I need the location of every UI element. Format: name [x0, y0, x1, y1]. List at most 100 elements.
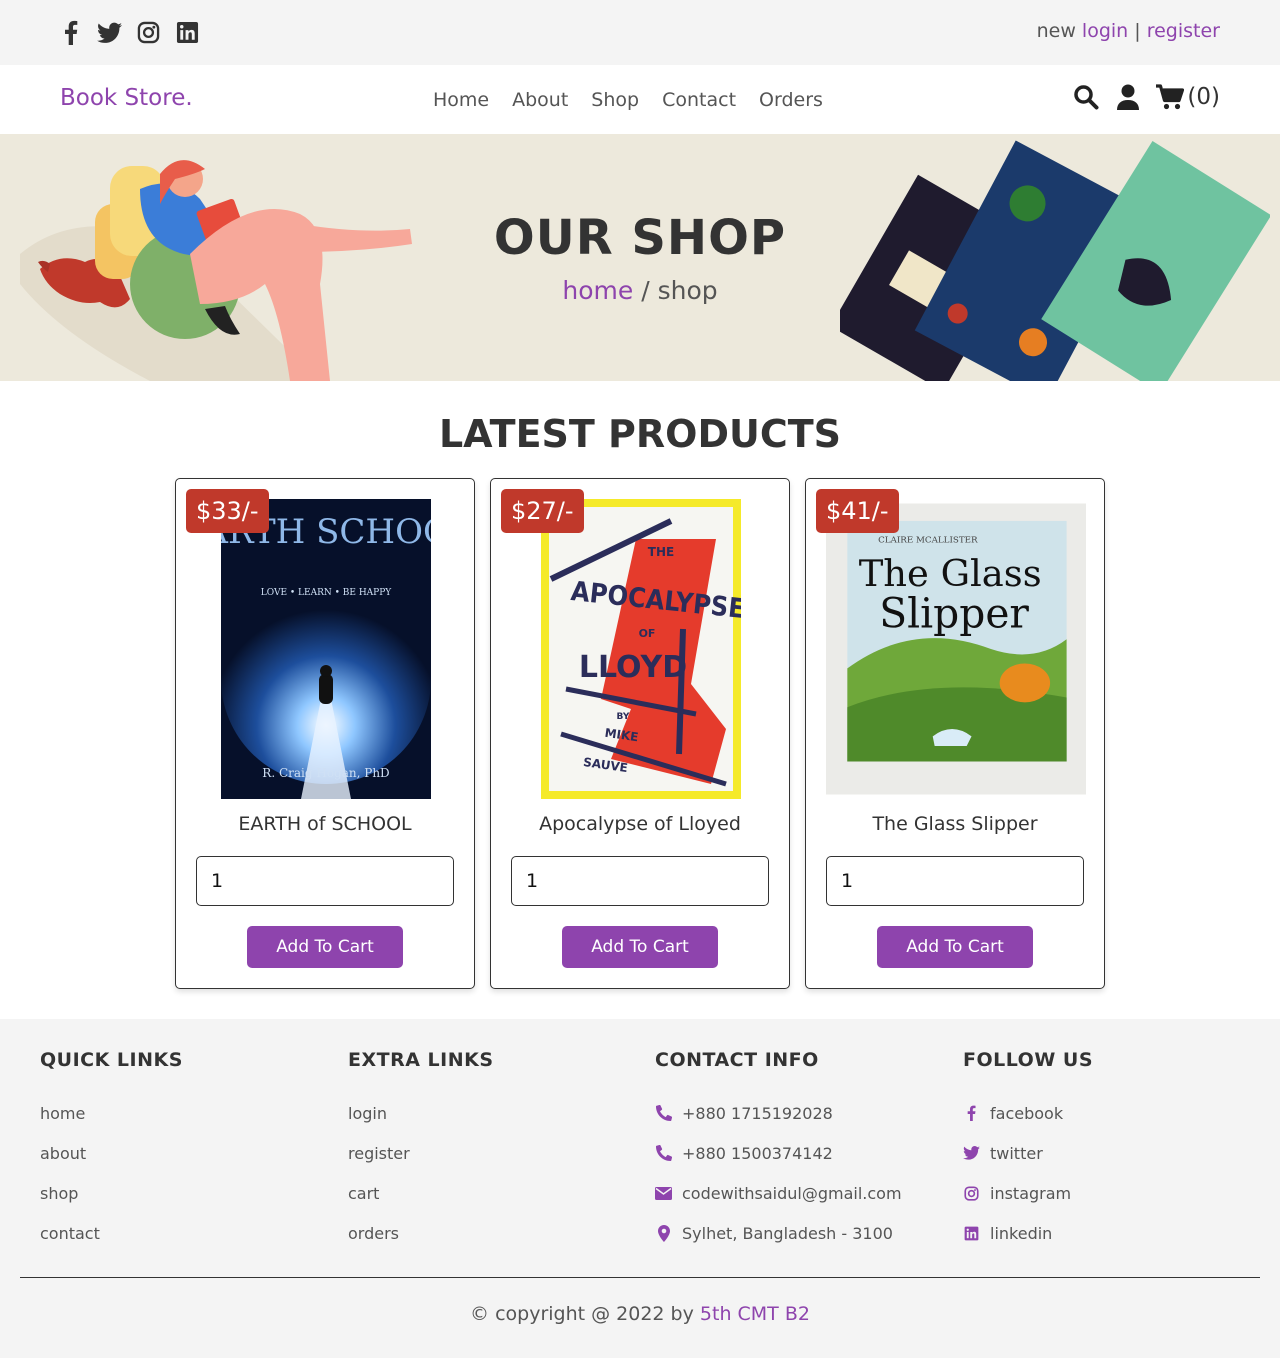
- twitter-icon: [963, 1145, 980, 1162]
- cover-title-line2: Slipper: [879, 590, 1029, 638]
- site-footer: QUICK LINKS home about shop contact EXTR…: [0, 1019, 1280, 1358]
- envelope-icon: [655, 1185, 672, 1202]
- cover-subtitle: LOVE • LEARN • BE HAPPY: [261, 588, 393, 598]
- follow-instagram-label: instagram: [990, 1183, 1072, 1203]
- footer-link-about[interactable]: about: [40, 1133, 340, 1173]
- cover-the: THE: [648, 545, 674, 559]
- instagram-icon: [963, 1185, 980, 1202]
- search-icon[interactable]: [1072, 83, 1100, 111]
- follow-linkedin-label: linkedin: [990, 1223, 1053, 1243]
- login-link[interactable]: login: [1082, 20, 1128, 42]
- products-title: LATEST PRODUCTS: [438, 412, 842, 456]
- cart-icon: [1156, 83, 1185, 111]
- follow-facebook-label: facebook: [990, 1103, 1064, 1123]
- follow-us-column: FOLLOW US facebook twitter instagram lin…: [963, 1049, 1263, 1253]
- cover-author: R. Craig Hogan, PhD: [262, 766, 389, 780]
- facebook-icon[interactable]: [58, 20, 83, 45]
- linkedin-icon: [963, 1225, 980, 1242]
- nav-orders[interactable]: Orders: [759, 89, 823, 111]
- contact-address-text: Sylhet, Bangladesh - 3100: [682, 1223, 893, 1243]
- extra-links-title: EXTRA LINKS: [348, 1049, 494, 1071]
- copyright-text: © copyright @ 2022 by: [470, 1303, 700, 1325]
- contact-email[interactable]: codewithsaidul@gmail.com: [655, 1173, 955, 1213]
- breadcrumb-home[interactable]: home: [562, 276, 633, 305]
- footer-link-contact[interactable]: contact: [40, 1213, 340, 1253]
- contact-phone-2[interactable]: +880 1500374142: [655, 1133, 955, 1173]
- contact-phone-text: +880 1500374142: [682, 1143, 833, 1163]
- book-stack-illustration: [840, 140, 1270, 381]
- book-cover-image[interactable]: CLAIRE MCALLISTER The Glass Slipper: [826, 499, 1086, 799]
- auth-links: new login | register: [1037, 20, 1220, 42]
- register-link[interactable]: register: [1147, 20, 1220, 42]
- footer-link-register[interactable]: register: [348, 1133, 648, 1173]
- nav-about[interactable]: About: [512, 89, 568, 111]
- cart-button[interactable]: (0): [1156, 83, 1220, 111]
- follow-twitter-label: twitter: [990, 1143, 1043, 1163]
- copyright: © copyright @ 2022 by 5th CMT B2: [0, 1303, 1280, 1325]
- auth-prefix: new: [1036, 20, 1076, 42]
- quantity-input[interactable]: [826, 856, 1084, 906]
- nav-contact[interactable]: Contact: [662, 89, 736, 111]
- nav-home[interactable]: Home: [433, 89, 489, 111]
- quick-links-column: QUICK LINKS home about shop contact: [40, 1049, 340, 1253]
- product-name: EARTH of SCHOOL: [238, 813, 412, 835]
- quantity-input[interactable]: [511, 856, 769, 906]
- cover-of: OF: [639, 627, 656, 640]
- follow-facebook[interactable]: facebook: [963, 1093, 1263, 1133]
- footer-link-orders[interactable]: orders: [348, 1213, 648, 1253]
- site-logo[interactable]: Book Store.: [60, 85, 193, 111]
- follow-twitter[interactable]: twitter: [963, 1133, 1263, 1173]
- quantity-input[interactable]: [196, 856, 454, 906]
- social-links: [58, 20, 200, 45]
- phone-icon: [655, 1145, 672, 1162]
- instagram-icon[interactable]: [136, 20, 161, 45]
- map-marker-icon: [655, 1224, 672, 1242]
- follow-linkedin[interactable]: linkedin: [963, 1213, 1263, 1253]
- product-name: The Glass Slipper: [872, 813, 1038, 835]
- linkedin-icon[interactable]: [175, 20, 200, 45]
- add-to-cart-button[interactable]: Add To Cart: [562, 926, 718, 968]
- add-to-cart-button[interactable]: Add To Cart: [247, 926, 403, 968]
- footer-link-login[interactable]: login: [348, 1093, 648, 1133]
- cover-author: CLAIRE MCALLISTER: [878, 535, 978, 545]
- twitter-icon[interactable]: [97, 20, 122, 45]
- breadcrumb-separator: /: [633, 276, 658, 305]
- product-card: $41/- CLAIRE MCALLISTER The Glass Slippe…: [805, 478, 1105, 989]
- price-badge: $33/-: [186, 489, 269, 533]
- top-bar: new login | register: [0, 0, 1280, 65]
- cover-name: LLOYD: [579, 650, 687, 685]
- book-cover-image[interactable]: THE APOCALYPSE OF LLOYD BY MIKE SAUVE: [511, 499, 771, 799]
- facebook-icon: [963, 1105, 980, 1122]
- product-card: $33/- EARTH SCHOOL LOVE • LEARN • BE HAP…: [175, 478, 475, 989]
- contact-info-column: CONTACT INFO +880 1715192028 +880 150037…: [655, 1049, 955, 1253]
- main-header: Book Store. Home About Shop Contact Orde…: [0, 65, 1280, 134]
- phone-icon: [655, 1105, 672, 1122]
- main-nav: Home About Shop Contact Orders: [433, 89, 823, 111]
- price-badge: $41/-: [816, 489, 899, 533]
- contact-address: Sylhet, Bangladesh - 3100: [655, 1213, 955, 1253]
- cover-title-line1: The Glass: [859, 552, 1042, 595]
- contact-email-text: codewithsaidul@gmail.com: [682, 1183, 902, 1203]
- cover-by: BY: [617, 712, 630, 722]
- follow-us-title: FOLLOW US: [963, 1049, 1094, 1071]
- book-cover-image[interactable]: EARTH SCHOOL LOVE • LEARN • BE HAPPY R. …: [196, 499, 456, 799]
- footer-divider: [20, 1277, 1260, 1278]
- auth-separator: |: [1134, 20, 1141, 42]
- contact-phone-text: +880 1715192028: [682, 1103, 833, 1123]
- product-name: Apocalypse of Lloyed: [539, 813, 741, 835]
- footer-link-cart[interactable]: cart: [348, 1173, 648, 1213]
- user-icon[interactable]: [1114, 83, 1142, 111]
- hero-banner: OUR SHOP home / shop: [0, 134, 1280, 381]
- add-to-cart-button[interactable]: Add To Cart: [877, 926, 1033, 968]
- extra-links-column: EXTRA LINKS login register cart orders: [348, 1049, 648, 1253]
- contact-phone-1[interactable]: +880 1715192028: [655, 1093, 955, 1133]
- footer-link-home[interactable]: home: [40, 1093, 340, 1133]
- footer-link-shop[interactable]: shop: [40, 1173, 340, 1213]
- follow-instagram[interactable]: instagram: [963, 1173, 1263, 1213]
- header-icons: (0): [1072, 83, 1220, 111]
- breadcrumb-current: shop: [657, 276, 718, 305]
- contact-info-title: CONTACT INFO: [655, 1049, 819, 1071]
- nav-shop[interactable]: Shop: [591, 89, 639, 111]
- product-card: $27/- THE APOCALYPSE OF LLOYD BY MIKE SA…: [490, 478, 790, 989]
- price-badge: $27/-: [501, 489, 584, 533]
